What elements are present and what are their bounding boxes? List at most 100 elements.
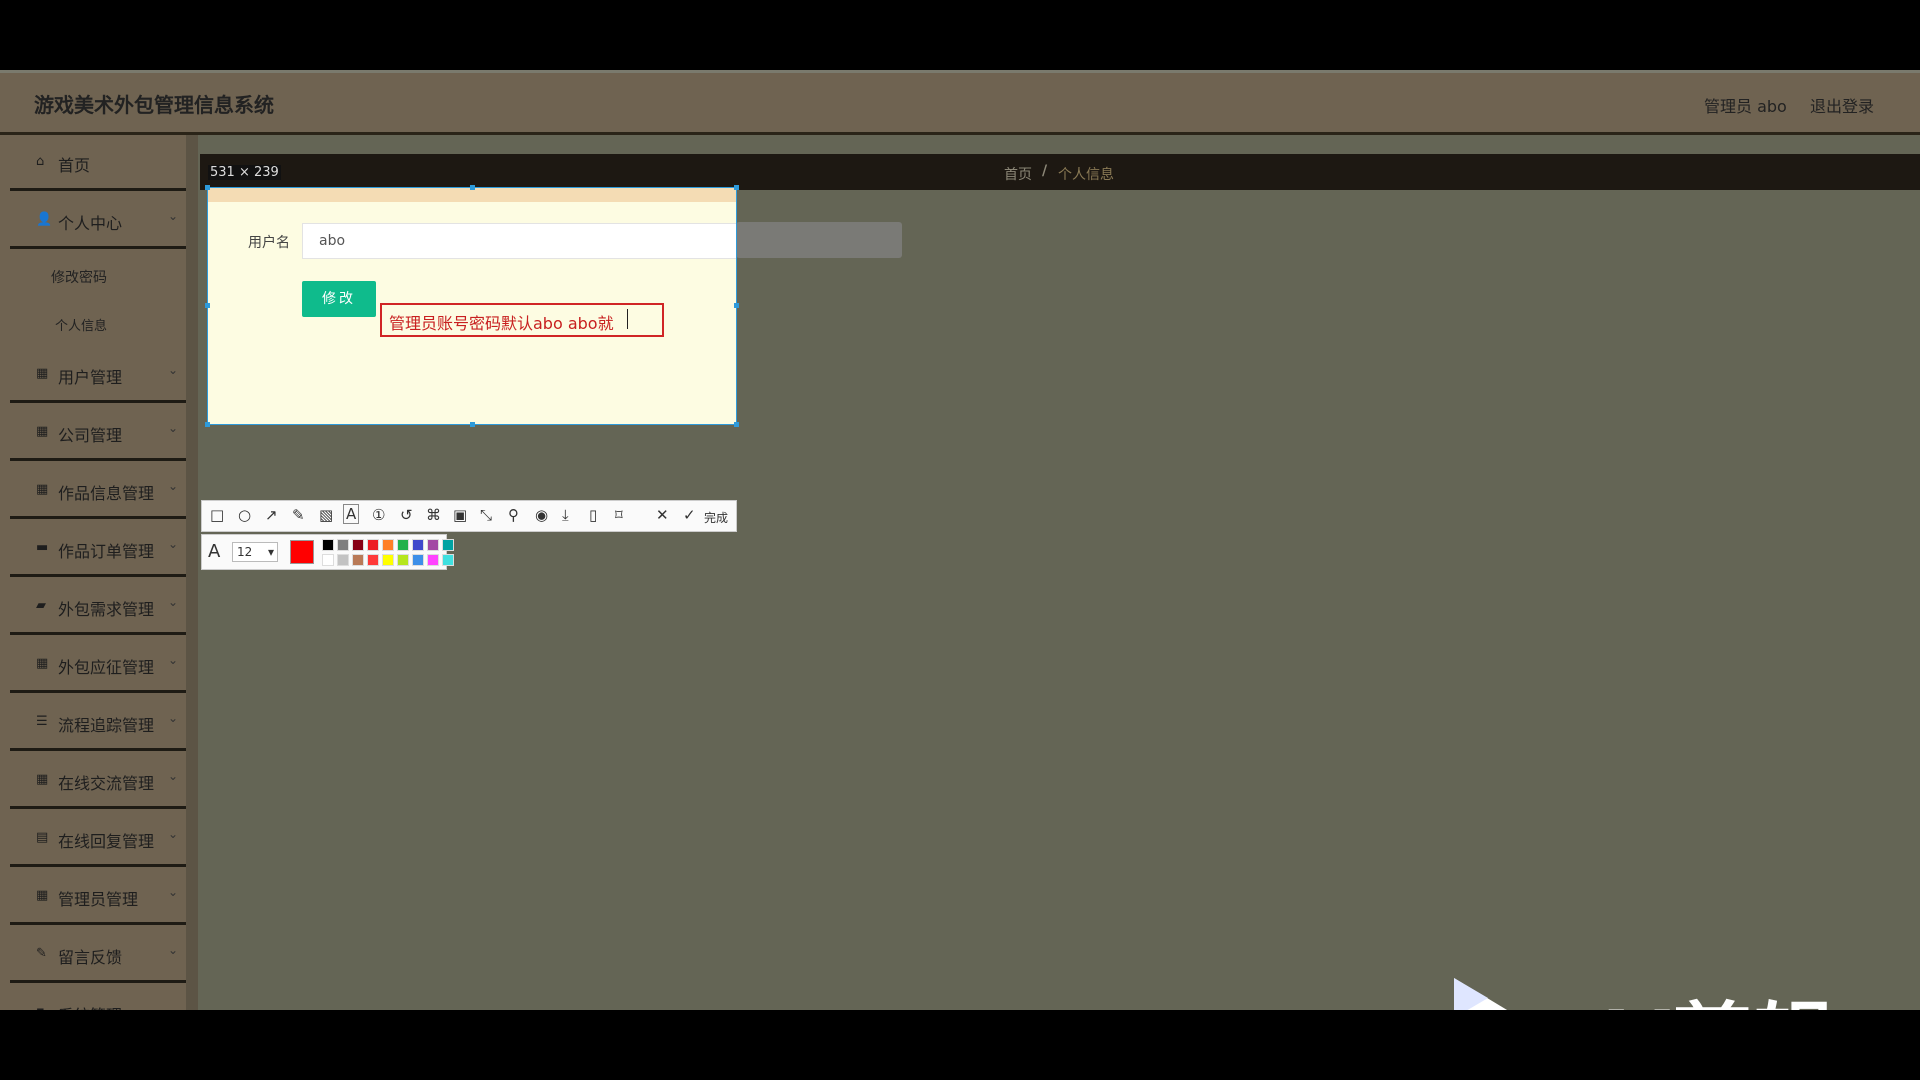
color-swatch[interactable] bbox=[337, 554, 349, 566]
sidebar-item-online-reply-management[interactable]: ▤ 在线回复管理 ⌄ bbox=[10, 811, 190, 867]
bookmark-icon[interactable]: ⌑ bbox=[615, 506, 623, 524]
color-swatch[interactable] bbox=[397, 554, 409, 566]
logout-link[interactable]: 退出登录 bbox=[1810, 93, 1874, 117]
color-swatch[interactable] bbox=[352, 539, 364, 551]
download-icon[interactable]: ⤓ bbox=[562, 506, 569, 524]
sidebar-item-label: 在线回复管理 bbox=[58, 832, 155, 851]
color-swatch[interactable] bbox=[367, 539, 379, 551]
arrow-icon[interactable]: ↗ bbox=[265, 506, 278, 524]
resize-handle-top-right[interactable] bbox=[734, 185, 739, 190]
text-annotation-box[interactable]: 管理员账号密码默认abo abo就 bbox=[380, 303, 664, 337]
chevron-down-icon: ⌄ bbox=[168, 827, 179, 841]
long-capture-icon[interactable]: ⤡ bbox=[480, 506, 492, 524]
sidebar-item-user-management[interactable]: ▦ 用户管理 ⌄ bbox=[10, 347, 190, 403]
monitor-icon: ▬ bbox=[36, 540, 49, 555]
sidebar-item-process-tracking-management[interactable]: ☰ 流程追踪管理 ⌄ bbox=[10, 695, 190, 751]
resize-handle-left[interactable] bbox=[205, 303, 210, 308]
video-frame: 游戏美术外包管理信息系统 管理员 abo 退出登录 ⌂ 首页 👤 个人中心 ⌄ … bbox=[0, 70, 1920, 1010]
ellipse-icon[interactable]: ○ bbox=[238, 506, 251, 524]
color-swatch[interactable] bbox=[337, 539, 349, 551]
sidebar-item-outsourcing-demand-management[interactable]: ▰ 外包需求管理 ⌄ bbox=[10, 579, 190, 635]
breadcrumb-home[interactable]: 首页 bbox=[1004, 164, 1032, 184]
selection-size-label: 531 × 239 bbox=[208, 165, 281, 180]
current-color-swatch[interactable] bbox=[290, 540, 314, 564]
color-swatch[interactable] bbox=[412, 539, 424, 551]
check-icon[interactable]: ✓ bbox=[683, 506, 696, 524]
number-icon[interactable]: ① bbox=[372, 506, 385, 524]
grid-icon: ▦ bbox=[36, 366, 49, 381]
sidebar-item-personal-center[interactable]: 👤 个人中心 ⌄ bbox=[10, 193, 190, 249]
chevron-down-icon: ⌄ bbox=[168, 537, 179, 551]
resize-handle-top[interactable] bbox=[470, 185, 475, 190]
color-swatch[interactable] bbox=[322, 554, 334, 566]
sidebar-item-label: 外包需求管理 bbox=[58, 600, 155, 619]
resize-handle-bottom-left[interactable] bbox=[205, 422, 210, 427]
sidebar-item-label: 系统管理 bbox=[58, 1002, 122, 1010]
color-swatch[interactable] bbox=[322, 539, 334, 551]
undo-icon[interactable]: ↺ bbox=[400, 506, 413, 524]
color-swatch[interactable] bbox=[352, 554, 364, 566]
admin-user-label: 管理员 abo bbox=[1704, 97, 1787, 116]
color-swatch[interactable] bbox=[382, 554, 394, 566]
sidebar-item-home[interactable]: ⌂ 首页 bbox=[10, 135, 190, 191]
sidebar-subitem-personal-info[interactable]: 个人信息 bbox=[55, 315, 107, 334]
sidebar: ⌂ 首页 👤 个人中心 ⌄ 修改密码 个人信息 ▦ 用户管理 ⌄ ▦ 公司管理 … bbox=[0, 135, 198, 1010]
list-icon: ☰ bbox=[36, 714, 48, 729]
username-label: 用户名 bbox=[248, 235, 290, 251]
done-button[interactable]: 完成 bbox=[704, 509, 728, 526]
text-icon[interactable]: A bbox=[343, 504, 360, 524]
modify-button[interactable]: 修改 bbox=[302, 281, 376, 317]
chevron-down-icon: ⌄ bbox=[168, 595, 179, 609]
record-icon[interactable]: ◉ bbox=[535, 506, 548, 524]
sidebar-item-admin-management[interactable]: ▦ 管理员管理 ⌄ bbox=[10, 869, 190, 925]
sidebar-item-company-management[interactable]: ▦ 公司管理 ⌄ bbox=[10, 405, 190, 461]
sidebar-item-outsourcing-application-management[interactable]: ▦ 外包应征管理 ⌄ bbox=[10, 637, 190, 693]
sidebar-item-system-management[interactable]: ▪ 系统管理 bbox=[10, 985, 190, 1010]
color-swatch[interactable] bbox=[442, 554, 454, 566]
clipboard-icon: ▤ bbox=[36, 830, 49, 845]
color-swatch[interactable] bbox=[442, 539, 454, 551]
sidebar-item-label: 作品信息管理 bbox=[58, 484, 155, 503]
resize-handle-top-left[interactable] bbox=[205, 185, 210, 190]
resize-handle-bottom-right[interactable] bbox=[734, 422, 739, 427]
ocr-icon[interactable]: ▣ bbox=[453, 506, 467, 524]
sidebar-scroll-edge bbox=[186, 135, 198, 1010]
sidebar-item-label: 首页 bbox=[58, 156, 91, 175]
copy-icon[interactable]: ▯ bbox=[589, 506, 597, 524]
chevron-down-icon: ⌄ bbox=[168, 769, 179, 783]
sidebar-item-label: 公司管理 bbox=[58, 426, 123, 445]
color-swatch[interactable] bbox=[367, 554, 379, 566]
annotation-text: 管理员账号密码默认abo abo就 bbox=[389, 314, 614, 333]
sidebar-subitem-change-password[interactable]: 修改密码 bbox=[51, 267, 107, 287]
sidebar-item-label: 个人中心 bbox=[58, 214, 123, 233]
sidebar-item-label: 管理员管理 bbox=[58, 890, 139, 909]
pin-icon[interactable]: ⚲ bbox=[508, 506, 519, 524]
color-swatch[interactable] bbox=[397, 539, 409, 551]
home-icon: ⌂ bbox=[36, 154, 45, 169]
breadcrumb-separator: / bbox=[1042, 163, 1048, 179]
breadcrumb-current: 个人信息 bbox=[1058, 167, 1114, 183]
color-swatch[interactable] bbox=[382, 539, 394, 551]
resize-handle-bottom[interactable] bbox=[470, 422, 475, 427]
chevron-down-icon: ⌄ bbox=[168, 943, 179, 957]
username-input[interactable]: abo bbox=[302, 223, 736, 259]
color-swatch[interactable] bbox=[412, 554, 424, 566]
mosaic-icon[interactable]: ▧ bbox=[319, 506, 333, 524]
sidebar-item-work-info-management[interactable]: ▦ 作品信息管理 ⌄ bbox=[10, 463, 190, 519]
sidebar-item-work-order-management[interactable]: ▬ 作品订单管理 ⌄ bbox=[10, 521, 190, 577]
sidebar-item-feedback[interactable]: ✎ 留言反馈 ⌄ bbox=[10, 927, 190, 983]
ev-play-logo-icon bbox=[1454, 978, 1508, 1010]
pencil-icon[interactable]: ✎ bbox=[292, 506, 305, 524]
close-icon[interactable]: ✕ bbox=[656, 506, 669, 524]
grid-icon: ▦ bbox=[36, 772, 49, 787]
translate-icon[interactable]: ⌘ bbox=[426, 506, 441, 524]
resize-handle-right[interactable] bbox=[734, 303, 739, 308]
capture-toolbar: □ ○ ↗ ✎ ▧ A ① ↺ ⌘ ▣ ⤡ ⚲ ◉ ⤓ ▯ ⌑ ✕ ✓ 完成 bbox=[201, 500, 737, 532]
feedback-icon: ✎ bbox=[36, 946, 47, 961]
sidebar-item-online-chat-management[interactable]: ▦ 在线交流管理 ⌄ bbox=[10, 753, 190, 809]
color-swatch[interactable] bbox=[427, 554, 439, 566]
color-swatch[interactable] bbox=[427, 539, 439, 551]
grid-icon: ▦ bbox=[36, 482, 49, 497]
rectangle-icon[interactable]: □ bbox=[210, 506, 224, 524]
font-size-select[interactable]: 12 ▾ bbox=[232, 542, 278, 562]
